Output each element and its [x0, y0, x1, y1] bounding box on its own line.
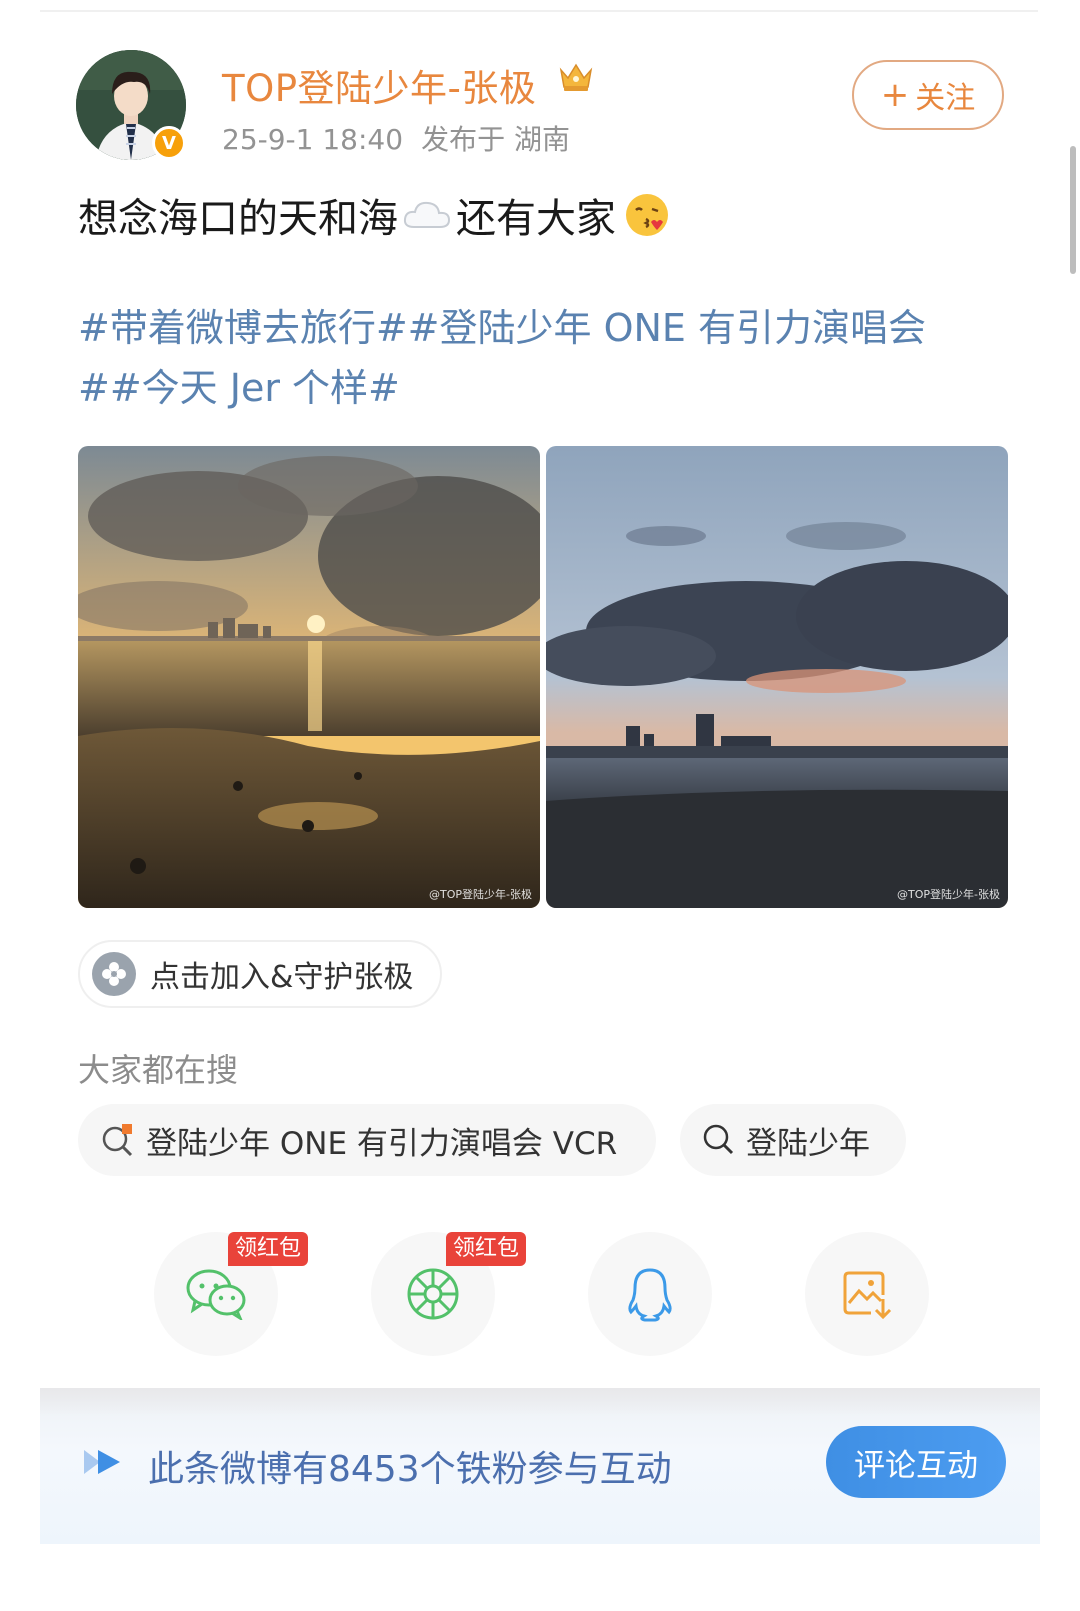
- post-text-part1: 想念海口的天和海: [78, 196, 398, 242]
- photo-watermark: @TOP登陆少年-张极: [429, 888, 532, 901]
- save-image-icon: [843, 1271, 892, 1320]
- play-arrows-icon: [84, 1450, 120, 1474]
- red-packet-badge: 领红包: [228, 1232, 309, 1266]
- trending-search-title: 大家都在搜: [78, 1051, 239, 1089]
- red-packet-badge: 领红包: [446, 1232, 527, 1266]
- photo-watermark: @TOP登陆少年-张极: [897, 888, 1000, 901]
- join-supergroup-chip[interactable]: 点击加入&守护张极: [78, 940, 442, 1008]
- qq-icon: [628, 1268, 672, 1322]
- hashtag-line-1[interactable]: #带着微博去旅行##登陆少年 ONE 有引力演唱会: [78, 298, 978, 358]
- hashtag-line-2[interactable]: ##今天 Jer 个样#: [78, 358, 978, 418]
- banner-top-shadow: [40, 1388, 1040, 1416]
- crown-icon: [559, 63, 593, 91]
- search-chip-label: 登陆少年: [746, 1125, 870, 1162]
- post-photo-cloudy-dusk[interactable]: @TOP登陆少年-张极: [546, 446, 1008, 908]
- save-image-button[interactable]: [805, 1232, 929, 1356]
- kiss-emoji-icon: [626, 194, 668, 236]
- follow-button[interactable]: + 关注: [852, 60, 1004, 130]
- post-time: 25-9-1 18:40: [222, 123, 404, 156]
- search-chip-concert-vcr[interactable]: 登陆少年 ONE 有引力演唱会 VCR: [78, 1104, 656, 1176]
- share-qq-button[interactable]: [588, 1232, 712, 1356]
- top-divider: [40, 10, 1038, 12]
- wechat-icon: [186, 1269, 246, 1320]
- hot-search-icon: [102, 1124, 133, 1157]
- search-chip-group[interactable]: 登陆少年: [680, 1104, 906, 1176]
- post-text: 想念海口的天和海 还有大家: [78, 186, 670, 244]
- post-text-part2: 还有大家: [456, 196, 616, 242]
- cloud-emoji-icon: [403, 201, 451, 228]
- comment-interact-button[interactable]: 评论互动: [826, 1426, 1006, 1498]
- hashtags[interactable]: #带着微博去旅行##登陆少年 ONE 有引力演唱会 ##今天 Jer 个样#: [78, 298, 978, 418]
- join-chip-label: 点击加入&守护张极: [150, 960, 414, 995]
- verified-badge-icon: V: [152, 126, 186, 160]
- moments-icon: [407, 1268, 459, 1320]
- fan-interaction-text: 此条微博有8453个铁粉参与互动: [148, 1449, 672, 1490]
- fan-interaction-banner: 此条微博有8453个铁粉参与互动 评论互动: [40, 1388, 1040, 1544]
- post-location: 发布于 湖南: [421, 123, 570, 156]
- search-icon: [703, 1124, 734, 1155]
- post-photo-sunset[interactable]: @TOP登陆少年-张极: [78, 446, 540, 908]
- search-chip-label: 登陆少年 ONE 有引力演唱会 VCR: [146, 1125, 618, 1162]
- flower-icon: [92, 952, 136, 996]
- plus-icon: +: [880, 75, 910, 115]
- follow-label: 关注: [915, 81, 976, 116]
- post-meta: 25-9-1 18:40 发布于 湖南: [222, 118, 588, 158]
- scrollbar[interactable]: [1070, 146, 1076, 274]
- author-name[interactable]: TOP登陆少年-张极: [222, 58, 536, 112]
